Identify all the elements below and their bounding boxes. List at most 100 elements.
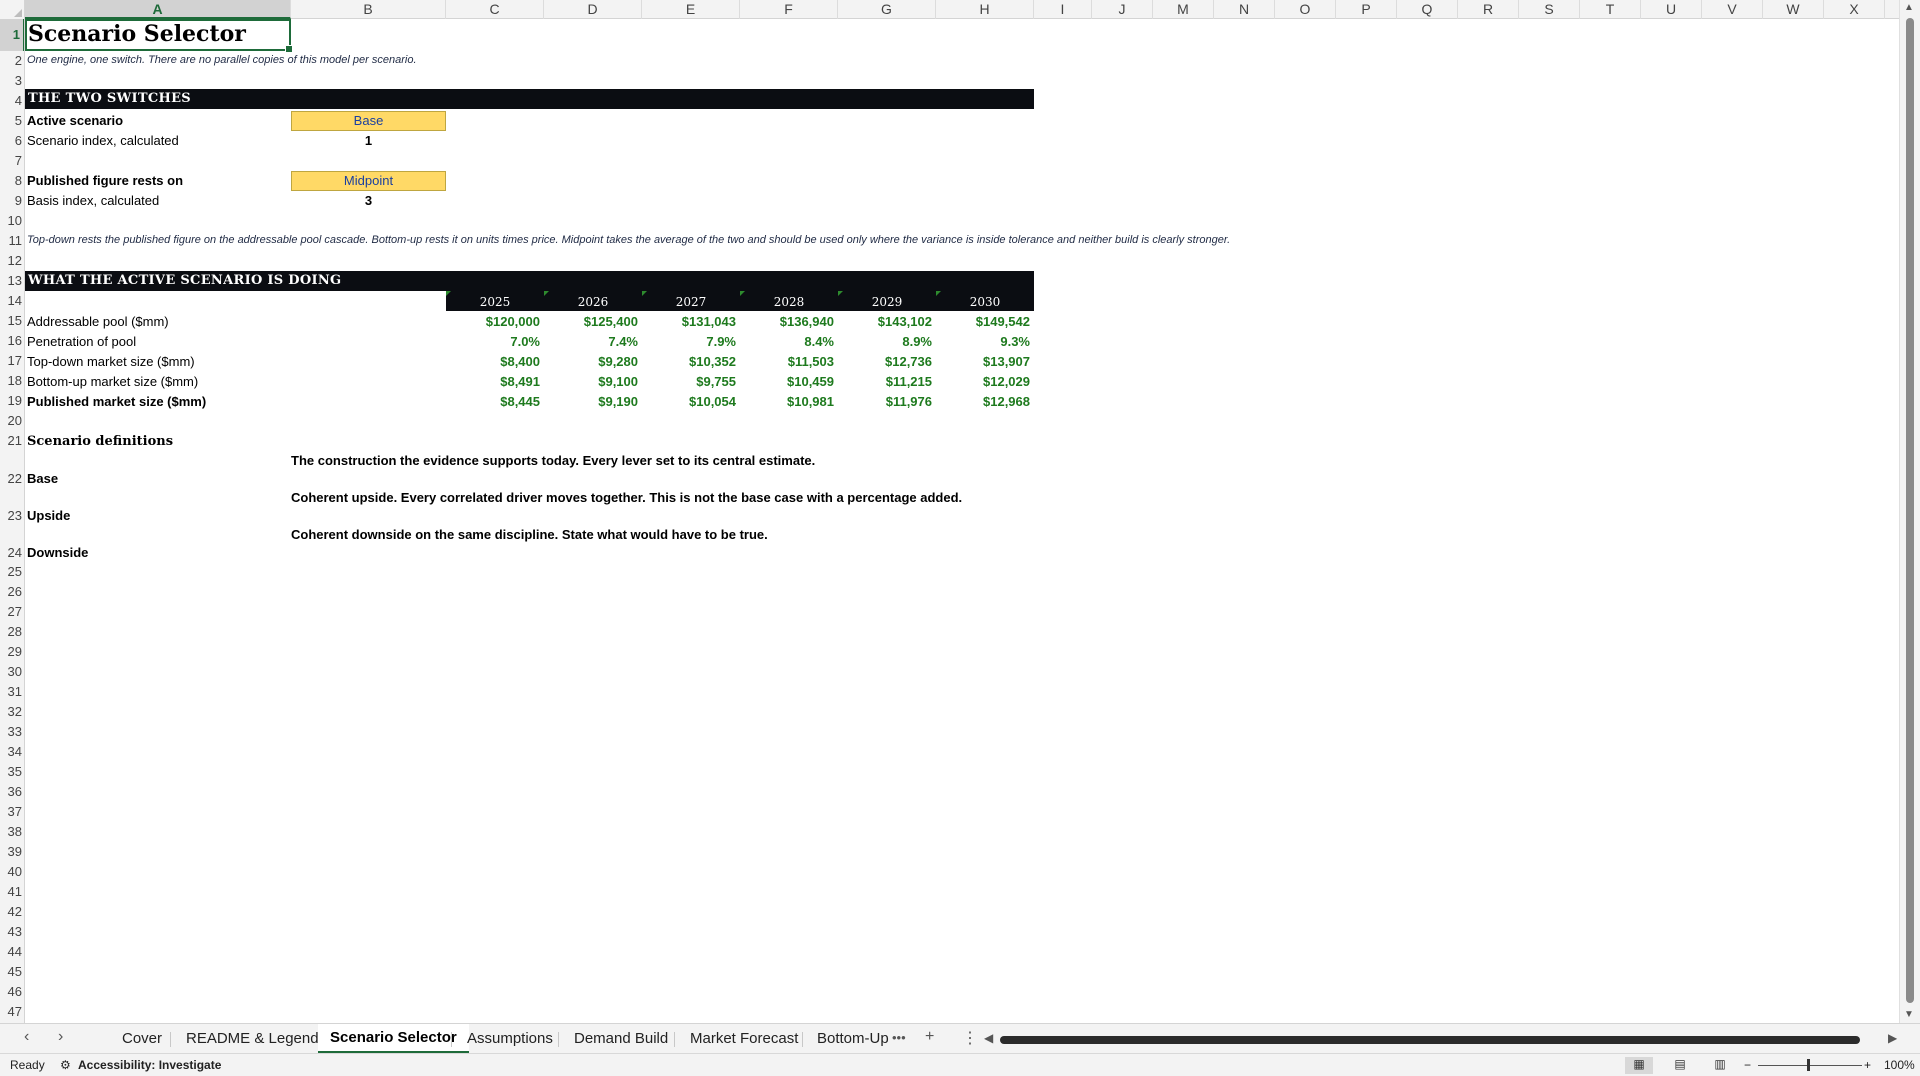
- table-cell[interactable]: 7.4%: [544, 334, 638, 349]
- row-header[interactable]: 17: [0, 351, 24, 371]
- select-all-button[interactable]: [0, 0, 25, 19]
- definition-name-downside[interactable]: Downside: [27, 545, 88, 560]
- sheet-subtitle[interactable]: One engine, one switch. There are no par…: [27, 54, 417, 66]
- table-cell[interactable]: $9,280: [544, 354, 638, 369]
- column-header-j[interactable]: J: [1092, 0, 1153, 19]
- row-header[interactable]: 12: [0, 251, 24, 271]
- row-header[interactable]: 11: [0, 231, 24, 251]
- year-header[interactable]: 2030: [936, 295, 1034, 309]
- scroll-down-icon[interactable]: ▼: [1904, 1009, 1914, 1020]
- row-label-published[interactable]: Published market size ($mm): [27, 394, 206, 409]
- table-cell[interactable]: 8.4%: [740, 334, 834, 349]
- row-header[interactable]: 2: [0, 51, 24, 71]
- row-header[interactable]: 31: [0, 682, 24, 702]
- basis-note[interactable]: Top-down rests the published figure on t…: [27, 234, 1230, 246]
- table-cell[interactable]: $10,459: [740, 374, 834, 389]
- row-header[interactable]: 1: [0, 19, 24, 51]
- table-cell[interactable]: $131,043: [642, 314, 736, 329]
- zoom-out-icon[interactable]: −: [1744, 1058, 1751, 1072]
- row-header[interactable]: 14: [0, 291, 24, 311]
- column-header-x[interactable]: X: [1824, 0, 1885, 19]
- column-header-m[interactable]: M: [1153, 0, 1214, 19]
- definition-name-base[interactable]: Base: [27, 471, 58, 486]
- row-header[interactable]: 45: [0, 962, 24, 982]
- scenario-index-value[interactable]: 1: [291, 133, 446, 148]
- row-header[interactable]: 33: [0, 722, 24, 742]
- table-cell[interactable]: $10,981: [740, 394, 834, 409]
- year-header[interactable]: 2025: [446, 295, 544, 309]
- row-header[interactable]: 43: [0, 922, 24, 942]
- column-header-f[interactable]: F: [740, 0, 838, 19]
- tab-demand-build[interactable]: Demand Build: [562, 1024, 680, 1054]
- table-cell[interactable]: $149,542: [936, 314, 1030, 329]
- table-cell[interactable]: $10,352: [642, 354, 736, 369]
- row-header[interactable]: 47: [0, 1002, 24, 1022]
- row-header[interactable]: 7: [0, 151, 24, 171]
- tab-scroll-right-icon[interactable]: ›: [58, 1028, 63, 1046]
- row-header[interactable]: 24: [0, 525, 24, 562]
- row-label-bottom-up[interactable]: Bottom-up market size ($mm): [27, 374, 198, 389]
- table-cell[interactable]: $9,755: [642, 374, 736, 389]
- column-header-q[interactable]: Q: [1397, 0, 1458, 19]
- row-header[interactable]: 4: [0, 91, 24, 111]
- column-header-a[interactable]: A: [25, 0, 291, 19]
- normal-view-icon[interactable]: ▦: [1625, 1057, 1653, 1074]
- column-header-r[interactable]: R: [1458, 0, 1519, 19]
- table-cell[interactable]: $136,940: [740, 314, 834, 329]
- definition-name-upside[interactable]: Upside: [27, 508, 70, 523]
- zoom-slider-thumb[interactable]: [1807, 1059, 1810, 1071]
- column-header-i[interactable]: I: [1034, 0, 1092, 19]
- row-header[interactable]: 19: [0, 391, 24, 411]
- row-header[interactable]: 46: [0, 982, 24, 1002]
- horizontal-scroll-thumb[interactable]: [1000, 1036, 1860, 1044]
- tab-readme-legend[interactable]: README & Legend: [174, 1024, 331, 1054]
- row-header[interactable]: 26: [0, 582, 24, 602]
- table-cell[interactable]: $8,491: [446, 374, 540, 389]
- table-cell[interactable]: $143,102: [838, 314, 932, 329]
- basis-index-label[interactable]: Basis index, calculated: [27, 193, 159, 208]
- row-header[interactable]: 35: [0, 762, 24, 782]
- row-header[interactable]: 9: [0, 191, 24, 211]
- accessibility-icon[interactable]: ⚙: [60, 1058, 71, 1072]
- row-header[interactable]: 44: [0, 942, 24, 962]
- row-header[interactable]: 16: [0, 331, 24, 351]
- row-header[interactable]: 40: [0, 862, 24, 882]
- sheet-title[interactable]: Scenario Selector: [28, 21, 246, 47]
- table-cell[interactable]: 9.3%: [936, 334, 1030, 349]
- row-header[interactable]: 41: [0, 882, 24, 902]
- add-sheet-icon[interactable]: +: [925, 1028, 934, 1046]
- column-header-v[interactable]: V: [1702, 0, 1763, 19]
- year-header[interactable]: 2027: [642, 295, 740, 309]
- column-header-p[interactable]: P: [1336, 0, 1397, 19]
- row-header[interactable]: 10: [0, 211, 24, 231]
- tab-scenario-selector[interactable]: Scenario Selector: [318, 1024, 469, 1054]
- row-header[interactable]: 32: [0, 702, 24, 722]
- table-cell[interactable]: 7.0%: [446, 334, 540, 349]
- page-break-view-icon[interactable]: ▥: [1706, 1057, 1734, 1074]
- table-cell[interactable]: $125,400: [544, 314, 638, 329]
- tab-market-forecast[interactable]: Market Forecast: [678, 1024, 810, 1054]
- column-header-e[interactable]: E: [642, 0, 740, 19]
- definitions-heading[interactable]: Scenario definitions: [27, 434, 173, 449]
- row-header[interactable]: 6: [0, 131, 24, 151]
- row-header[interactable]: 39: [0, 842, 24, 862]
- column-header-s[interactable]: S: [1519, 0, 1580, 19]
- row-header[interactable]: 21: [0, 431, 24, 451]
- published-basis-switch[interactable]: Midpoint: [291, 171, 446, 191]
- hscroll-right-icon[interactable]: ▶: [1888, 1031, 1897, 1045]
- row-header[interactable]: 15: [0, 311, 24, 331]
- zoom-slider-track[interactable]: [1758, 1065, 1862, 1066]
- row-header[interactable]: 13: [0, 271, 24, 291]
- zoom-level[interactable]: 100%: [1884, 1058, 1915, 1072]
- row-header[interactable]: 37: [0, 802, 24, 822]
- table-cell[interactable]: $12,968: [936, 394, 1030, 409]
- tab-cover[interactable]: Cover: [110, 1024, 174, 1054]
- row-header[interactable]: 8: [0, 171, 24, 191]
- table-cell[interactable]: $13,907: [936, 354, 1030, 369]
- column-header-d[interactable]: D: [544, 0, 642, 19]
- row-header[interactable]: 23: [0, 488, 24, 525]
- row-header[interactable]: 25: [0, 562, 24, 582]
- table-cell[interactable]: $8,445: [446, 394, 540, 409]
- definition-text-upside[interactable]: Coherent upside. Every correlated driver…: [291, 490, 962, 505]
- row-label-addressable-pool[interactable]: Addressable pool ($mm): [27, 314, 169, 329]
